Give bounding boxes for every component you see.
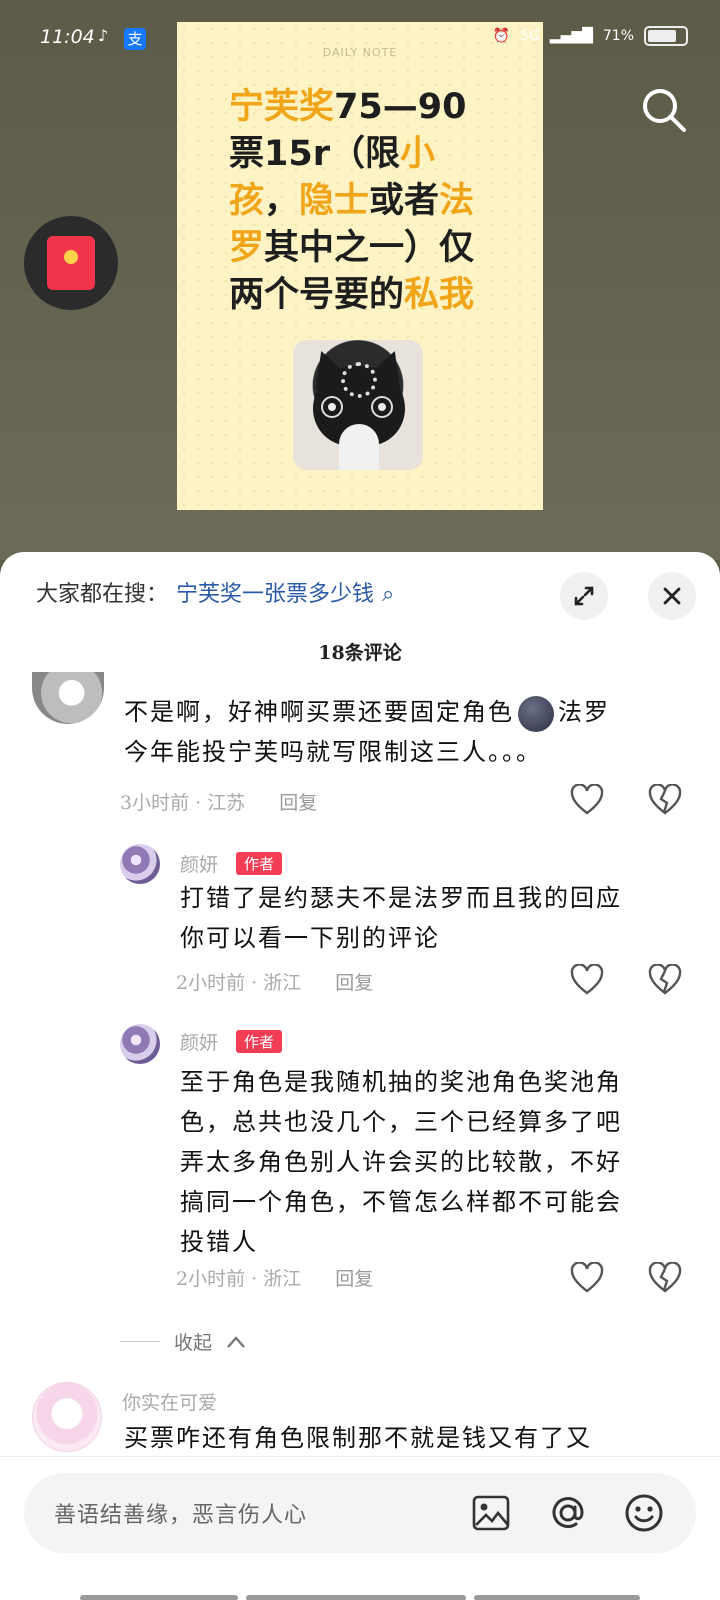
nav-indicator <box>246 1595 466 1600</box>
dislike-icon[interactable] <box>648 964 682 996</box>
signal-bars-icon: ▂▄▆█ <box>549 28 593 44</box>
battery-icon <box>644 26 688 46</box>
hot-search[interactable]: 大家都在搜： 宁芙奖一张票多少钱 ⌕ <box>36 576 394 608</box>
like-icon[interactable] <box>570 964 604 996</box>
comment-meta: 2小时前 · 浙江 回复 <box>176 972 374 994</box>
like-icon[interactable] <box>570 784 604 816</box>
image-viewer-area: DAILY NOTE 宁芙奖75—90 票15r（限小 孩，隐士或者法 罗其中之… <box>0 0 720 560</box>
comment-meta: 2小时前 · 浙江 回复 <box>176 1268 374 1290</box>
close-button[interactable] <box>648 572 696 620</box>
comment-text: 不是啊，好神啊买票还要固定角色 法罗 今年能投宁芙吗就写限制这三人。。。 <box>124 692 610 772</box>
red-envelope-icon <box>47 236 95 290</box>
expand-icon <box>574 586 594 606</box>
avatar[interactable] <box>120 844 160 884</box>
collapse-label: 收起 <box>174 1332 213 1354</box>
avatar[interactable] <box>32 672 104 724</box>
comment-text: 买票咋还有角色限制那不就是钱又有了又 <box>124 1424 592 1452</box>
status-bar: 11:04 ♪ 支 ⏰ 5G ▂▄▆█ 71% <box>0 22 720 56</box>
comment-text: 打错了是约瑟夫不是法罗而且我的回应 你可以看一下别的评论 <box>180 884 622 952</box>
comment-text: 至于角色是我随机抽的奖池角色奖池角 色，总共也没几个，三个已经算多了吧 弄太多角… <box>180 1068 622 1256</box>
cat-meme-image <box>293 340 423 470</box>
dislike-icon[interactable] <box>648 1262 682 1294</box>
status-time: 11:04 <box>40 26 95 48</box>
comment-input-bar: 善语结善缘，恶言伤人心 <box>0 1456 720 1600</box>
post-headline: 宁芙奖75—90 票15r（限小 孩，隐士或者法 罗其中之一）仅 两个号要的私我 <box>229 87 475 315</box>
divider <box>120 1341 160 1342</box>
reply-button[interactable]: 回复 <box>335 972 373 994</box>
search-small-icon: ⌕ <box>382 582 395 607</box>
reply-button[interactable]: 回复 <box>279 792 317 814</box>
post-image[interactable]: DAILY NOTE 宁芙奖75—90 票15r（限小 孩，隐士或者法 罗其中之… <box>177 22 543 510</box>
nav-indicator <box>80 1595 238 1600</box>
avatar[interactable] <box>32 1382 102 1452</box>
dislike-icon[interactable] <box>648 784 682 816</box>
hot-search-query[interactable]: 宁芙奖一张票多少钱 <box>176 582 374 607</box>
comment-input-placeholder: 善语结善缘，恶言伤人心 <box>54 1503 308 1528</box>
emoji-icon[interactable] <box>624 1493 664 1533</box>
chevron-up-icon <box>227 1335 245 1348</box>
tiktok-icon: ♪ <box>98 26 109 45</box>
author-badge: 作者 <box>236 852 283 875</box>
search-icon[interactable] <box>638 84 690 136</box>
comment-username[interactable]: 你实在可爱 <box>122 1388 217 1415</box>
reply-button[interactable]: 回复 <box>335 1268 373 1290</box>
avatar[interactable] <box>120 1024 160 1064</box>
image-icon[interactable] <box>472 1495 510 1531</box>
comment-username[interactable]: 颜妍 <box>180 1028 218 1055</box>
like-icon[interactable] <box>570 1262 604 1294</box>
mention-icon[interactable] <box>548 1493 588 1533</box>
hot-search-label: 大家都在搜： <box>36 582 169 607</box>
author-badge: 作者 <box>236 1030 283 1053</box>
moon-emoji-icon <box>518 695 554 732</box>
comment-username[interactable]: 颜妍 <box>180 850 218 877</box>
battery-percent: 71% <box>602 28 634 44</box>
expand-button[interactable] <box>560 572 608 620</box>
red-packet-button[interactable] <box>24 216 118 310</box>
comment-sheet: 大家都在搜： 宁芙奖一张票多少钱 ⌕ 18条评论 不是啊，好神啊买票还要固定角色 法罗… <box>0 552 720 1600</box>
comment-count: 18条评论 <box>318 642 402 664</box>
nav-indicator <box>474 1595 640 1600</box>
comment-input[interactable]: 善语结善缘，恶言伤人心 <box>24 1473 696 1553</box>
collapse-replies-button[interactable]: 收起 <box>120 1328 246 1355</box>
close-icon <box>663 587 681 605</box>
alipay-icon: 支 <box>124 28 146 50</box>
alarm-icon: ⏰ <box>492 28 511 44</box>
comment-meta: 3小时前 · 江苏 回复 <box>120 792 318 814</box>
signal-label: 5G <box>520 28 540 44</box>
